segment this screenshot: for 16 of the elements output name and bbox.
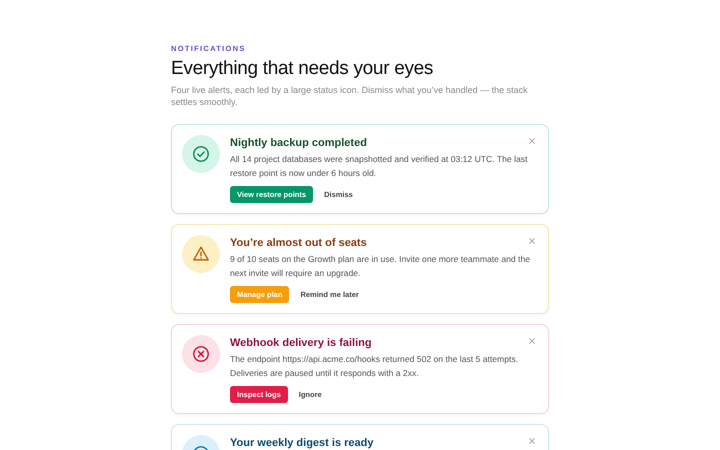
alert-message: The endpoint https://api.acme.co/hooks returned 502 on the last 5 attempts. Deliveries are paused until it responds with a 2xx.	[230, 353, 520, 380]
close-icon[interactable]	[528, 237, 536, 245]
warning-icon	[192, 245, 210, 263]
alert-title: Nightly backup completed	[230, 137, 368, 149]
check-circle-icon	[192, 145, 210, 163]
close-icon[interactable]	[528, 337, 536, 345]
close-icon[interactable]	[528, 137, 536, 145]
alert-title: You’re almost out of seats	[230, 237, 368, 249]
close-icon[interactable]	[528, 437, 536, 445]
page-title: Everything that needs your eyes	[171, 58, 434, 80]
alert-title: Webhook delivery is failing	[230, 337, 373, 349]
alert-message: All 14 project databases were snapshotted and verified at 03:12 UTC. The last restore point is now under 6 hours old.	[230, 153, 528, 180]
alert-title: Your weekly digest is ready	[230, 437, 374, 449]
x-circle-icon	[192, 345, 210, 363]
alert-message: 9 of 10 seats on the Growth plan are in use. Invite one more teammate and the next invite will require an upgrade.	[230, 253, 530, 280]
page-subtitle: Four live alerts, each led by a large status icon. Dismiss what you’ve handled — the stack settles smoothly.	[171, 84, 529, 108]
